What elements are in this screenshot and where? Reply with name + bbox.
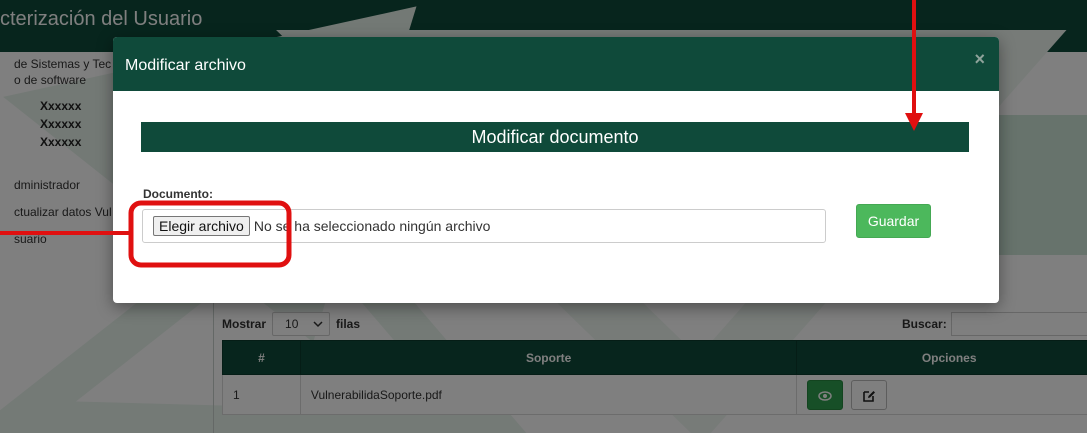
- file-input[interactable]: Elegir archivo No se ha seleccionado nin…: [142, 209, 826, 243]
- document-label: Documento:: [143, 187, 213, 201]
- file-status-text: No se ha seleccionado ningún archivo: [253, 218, 491, 234]
- choose-file-button[interactable]: Elegir archivo: [153, 216, 250, 236]
- modal-header: Modificar archivo ×: [113, 37, 999, 91]
- modal-title: Modificar archivo: [125, 57, 246, 74]
- section-heading: Modificar documento: [141, 122, 969, 152]
- save-button[interactable]: Guardar: [856, 204, 931, 238]
- modify-file-modal: Modificar archivo × Modificar documento …: [113, 37, 999, 303]
- close-icon[interactable]: ×: [974, 49, 985, 70]
